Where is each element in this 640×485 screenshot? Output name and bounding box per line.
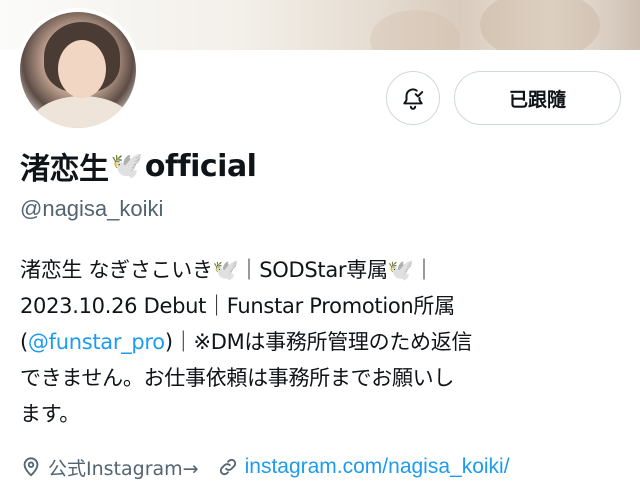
- bio-text: ｜: [413, 258, 435, 282]
- bell-check-icon: [403, 88, 424, 110]
- avatar[interactable]: [16, 8, 140, 132]
- bio-line: (@funstar_pro)｜※DMは事務所管理のため返信: [20, 324, 620, 360]
- bio-text: ｜SODStar専属: [238, 258, 388, 282]
- bio-line: 渚恋生 なぎさこいき🕊️｜SODStar専属🕊️｜: [20, 252, 620, 288]
- link-icon: [219, 458, 236, 476]
- bio-text: (: [20, 330, 28, 354]
- website-link[interactable]: instagram.com/nagisa_koiki/: [245, 455, 510, 479]
- display-name-row: 渚恋生 🕊️ official: [20, 146, 257, 188]
- avatar-body-shape: [30, 96, 134, 128]
- website-item[interactable]: instagram.com/nagisa_koiki/: [217, 455, 510, 479]
- banner-shape: [370, 10, 460, 50]
- profile-bio: 渚恋生 なぎさこいき🕊️｜SODStar専属🕊️｜ 2023.10.26 Deb…: [20, 252, 620, 432]
- bio-line: ます。: [20, 402, 80, 426]
- bio-line: 2023.10.26 Debut｜Funstar Promotion所属: [20, 294, 455, 318]
- bio-line: できません。お仕事依頼は事務所までお願いし: [20, 366, 455, 390]
- bio-text: )｜※DMは事務所管理のため返信: [164, 330, 473, 354]
- location-item: 公式Instagram→: [20, 454, 199, 481]
- profile-handle: @nagisa_koiki: [20, 196, 164, 221]
- mention-link[interactable]: @funstar_pro: [28, 330, 165, 354]
- profile-meta: 公式Instagram→ instagram.com/nagisa_koiki/: [20, 450, 510, 484]
- display-name: 渚恋生: [20, 152, 109, 187]
- dove-emoji-icon: 🕊️: [387, 258, 414, 282]
- bio-text: 渚恋生 なぎさこいき: [20, 258, 213, 282]
- avatar-face-shape: [58, 40, 106, 98]
- notification-bell-button[interactable]: [386, 71, 440, 125]
- following-button[interactable]: 已跟隨: [454, 71, 621, 125]
- dove-emoji-icon: 🕊️: [110, 151, 143, 181]
- location-pin-icon: [23, 457, 39, 477]
- dove-emoji-icon: 🕊️: [212, 258, 239, 282]
- display-name-suffix: official: [144, 148, 257, 184]
- location-text: 公式Instagram→: [48, 457, 199, 480]
- banner-shape: [480, 0, 600, 50]
